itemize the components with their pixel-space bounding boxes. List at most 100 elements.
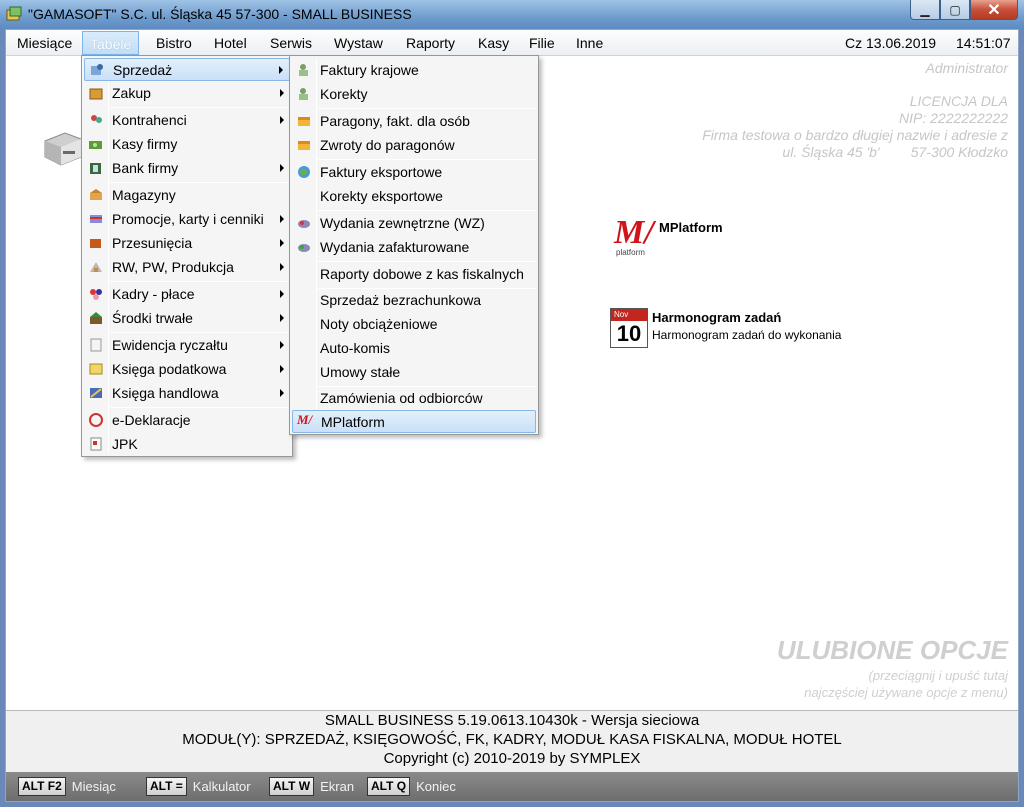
menu-item-zakup[interactable]: Zakup (84, 82, 290, 105)
fkey-label: Kalkulator (192, 779, 251, 794)
submenu-item-sprzedaz-bezrachunkowa[interactable]: Sprzedaż bezrachunkowa (292, 289, 536, 312)
fkey-label: Miesiąc (71, 779, 116, 794)
menu-item-label: Przesunięcia (112, 235, 193, 251)
promotions-icon (90, 215, 102, 223)
submenu-item-label: Wydania zafakturowane (320, 239, 470, 255)
version-text: SMALL BUSINESS 5.19.0613.10430k - Wersja… (324, 712, 700, 729)
menu-item-label: Ewidencja ryczałtu (112, 337, 228, 353)
submenu-item-label: Noty obciążeniowe (320, 316, 438, 332)
e-declaration-icon (89, 413, 103, 427)
menu-item-label: Księga handlowa (112, 385, 219, 401)
fkey-label: Koniec (416, 779, 456, 794)
fkey-label: Ekran (320, 779, 355, 794)
purchase-box-icon (89, 88, 103, 100)
submenu-item-korekty-eksportowe[interactable]: Korekty eksportowe (292, 185, 536, 208)
submenu-item-noty[interactable]: Noty obciążeniowe (292, 313, 536, 336)
window-title: "GAMASOFT" S.C. ul. Śląska 45 57-300 - S… (28, 6, 412, 22)
minimize-button[interactable]: ▁ (910, 0, 940, 20)
submenu-item-label: Zamówienia od odbiorców (320, 390, 483, 406)
menu-item-kasy-firmy[interactable]: Kasy firmy (84, 133, 290, 156)
correction-icon (299, 88, 308, 100)
fkey-kalkulator[interactable]: ALT = Kalkulator (146, 776, 251, 797)
submenu-item-mplatform[interactable]: M/ MPlatform (292, 410, 536, 433)
submenu-item-label: Auto-komis (320, 340, 391, 356)
external-release-icon (298, 220, 310, 228)
menu-item-ewidencja[interactable]: Ewidencja ryczałtu (84, 334, 290, 357)
submenu-item-label: Korekty eksportowe (320, 188, 443, 204)
receipt-icon (298, 117, 310, 126)
fkey-miesiac[interactable]: ALT F2 Miesiąc (18, 776, 116, 797)
submenu-item-faktury-eksportowe[interactable]: Faktury eksportowe (292, 161, 536, 184)
maximize-button[interactable]: ▢ (940, 0, 970, 20)
menu-item-label: Magazyny (112, 187, 176, 203)
submenu-item-wydania-zafakturowane[interactable]: Wydania zafakturowane (292, 236, 536, 259)
transfer-icon (90, 239, 101, 248)
invoice-icon (299, 64, 308, 76)
menu-item-kontrahenci[interactable]: Kontrahenci (84, 109, 290, 132)
fkey-key: ALT F2 (18, 777, 66, 796)
invoiced-release-icon (298, 244, 310, 252)
menu-item-kadry[interactable]: Kadry - płace (84, 283, 290, 306)
menu-item-promocje[interactable]: Promocje, karty i cenniki (84, 208, 290, 231)
menu-item-label: Bank firmy (112, 160, 179, 176)
menu-item-label: Sprzedaż (113, 62, 173, 78)
close-button[interactable]: ✕ (970, 0, 1018, 20)
warehouse-icon (90, 189, 102, 200)
menu-item-label: Środki trwałe (112, 310, 193, 326)
sales-icon (91, 64, 103, 75)
menu-item-ksiega-podatkowa[interactable]: Księga podatkowa (84, 358, 290, 381)
function-key-bar: ALT F2 Miesiąc ALT = Kalkulator ALT W Ekran… (6, 772, 1018, 801)
submenu-item-zamowienia[interactable]: Zamówienia od odbiorców (292, 387, 536, 410)
menu-item-e-deklaracje[interactable]: e-Deklaracje (84, 409, 290, 432)
menu-item-magazyny[interactable]: Magazyny (84, 184, 290, 207)
submenu-item-label: Faktury eksportowe (320, 164, 443, 180)
sprzedaz-submenu: Faktury krajowe Korekty Paragony, fakt. … (289, 55, 539, 435)
submenu-item-korekty[interactable]: Korekty (292, 83, 536, 106)
menu-item-przesuniecia[interactable]: Przesunięcia (84, 232, 290, 255)
menu-item-label: RW, PW, Produkcja (112, 259, 234, 275)
menu-item-label: Księga podatkowa (112, 361, 227, 377)
fkey-key: ALT Q (367, 777, 411, 796)
menu-item-sprzedaz[interactable]: Sprzedaż (84, 58, 290, 81)
submenu-item-label: Korekty (320, 86, 368, 102)
window-titlebar: "GAMASOFT" S.C. ul. Śląska 45 57-300 - S… (0, 0, 1024, 29)
trade-book-icon (90, 388, 102, 398)
submenu-item-label: Zwroty do paragonów (320, 137, 455, 153)
mplatform-icon: M/ (297, 412, 313, 427)
lump-sum-icon (90, 338, 102, 352)
submenu-item-zwroty[interactable]: Zwroty do paragonów (292, 134, 536, 157)
menu-item-label: JPK (112, 436, 138, 452)
fkey-koniec[interactable]: ALT Q Koniec (367, 776, 456, 797)
submenu-item-label: Faktury krajowe (320, 62, 419, 78)
status-info: SMALL BUSINESS 5.19.0613.10430k - Wersja… (6, 710, 1018, 772)
menu-item-srodki-trwale[interactable]: Środki trwałe (84, 307, 290, 330)
submenu-item-auto-komis[interactable]: Auto-komis (292, 337, 536, 360)
submenu-item-umowy-stale[interactable]: Umowy stałe (292, 361, 536, 384)
export-invoice-icon (298, 166, 310, 178)
submenu-item-label: Umowy stałe (320, 364, 401, 380)
menu-item-label: e-Deklaracje (112, 412, 191, 428)
submenu-item-label: Paragony, fakt. dla osób (320, 113, 470, 129)
fkey-ekran[interactable]: ALT W Ekran (269, 776, 354, 797)
app-icon (6, 6, 22, 21)
submenu-item-label: Raporty dobowe z kas fiskalnych (320, 266, 524, 282)
modules-text: MODUŁ(Y): SPRZEDAŻ, KSIĘGOWOŚĆ, FK, KADR… (182, 731, 842, 748)
menu-item-label: Kasy firmy (112, 136, 178, 152)
submenu-item-raporty-dobowe[interactable]: Raporty dobowe z kas fiskalnych (292, 263, 536, 286)
menu-item-label: Promocje, karty i cenniki (112, 211, 264, 227)
submenu-item-faktury-krajowe[interactable]: Faktury krajowe (292, 59, 536, 82)
fkey-key: ALT = (146, 777, 187, 796)
menu-item-ksiega-handlowa[interactable]: Księga handlowa (84, 382, 290, 405)
menu-item-jpk[interactable]: JPK (84, 433, 290, 456)
bank-icon (90, 163, 101, 174)
receipt-return-icon (298, 141, 310, 150)
jpk-icon (90, 437, 102, 451)
cash-icon (89, 141, 102, 149)
submenu-item-paragony[interactable]: Paragony, fakt. dla osób (292, 110, 536, 133)
submenu-item-wz[interactable]: Wydania zewnętrzne (WZ) (292, 212, 536, 235)
submenu-item-label: MPlatform (321, 414, 385, 430)
menu-item-bank-firmy[interactable]: Bank firmy (84, 157, 290, 180)
menu-item-rw-pw[interactable]: RW, PW, Produkcja (84, 256, 290, 279)
submenu-item-label: Wydania zewnętrzne (WZ) (320, 215, 485, 231)
window-controls: ▁ ▢ ✕ (910, 0, 1018, 20)
